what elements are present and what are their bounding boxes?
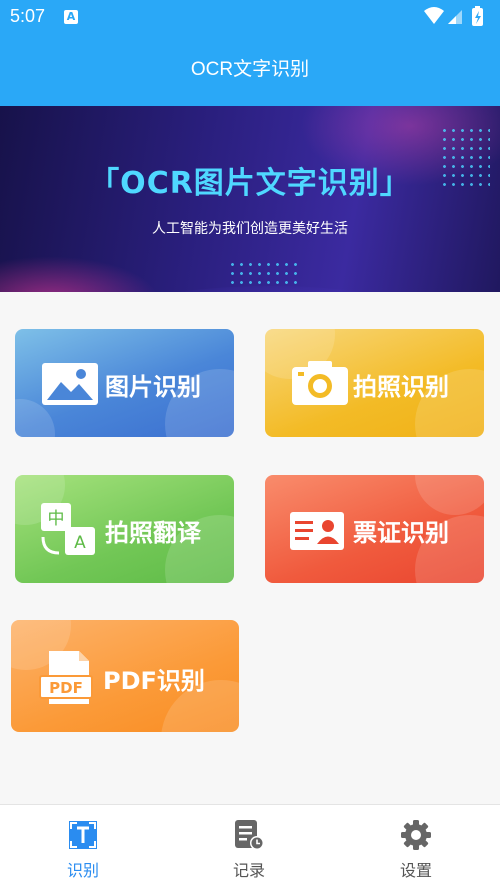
image-icon — [42, 363, 98, 405]
tab-label: 记录 — [232, 861, 265, 880]
id-card-icon — [290, 512, 344, 550]
banner-decoration — [0, 256, 160, 292]
card-label: 拍照识别 — [353, 373, 449, 401]
svg-text:PDF: PDF — [49, 679, 83, 697]
svg-text:A: A — [74, 533, 86, 553]
banner-subtitle: 人工智能为我们创造更美好生活 — [152, 221, 348, 237]
card-label: 图片识别 — [105, 373, 201, 401]
status-bar: 5:07 A — [0, 0, 500, 34]
tab-recognize[interactable]: 识别 — [0, 805, 166, 888]
pdf-recognition-button[interactable]: PDF PDF识别 — [11, 620, 239, 732]
banner: 「OCR图片文字识别」 人工智能为我们创造更美好生活 — [0, 106, 500, 292]
card-label: 拍照翻译 — [105, 519, 201, 547]
translate-icon: 中 A — [41, 503, 95, 555]
image-recognition-button[interactable]: 图片识别 — [15, 329, 234, 437]
camera-icon — [292, 361, 348, 405]
status-icons — [422, 6, 492, 32]
status-time: 5:07 — [10, 6, 46, 26]
banner-dots — [228, 260, 298, 288]
app-title: OCR文字识别 — [190, 59, 310, 80]
settings-icon — [401, 820, 431, 850]
app-bar: OCR文字识别 — [0, 34, 500, 106]
card-label: 票证识别 — [353, 519, 449, 547]
notification-icon: A — [64, 10, 78, 24]
tab-label: 识别 — [66, 861, 99, 880]
banner-title: 「OCR图片文字识别」 — [89, 166, 411, 201]
ticket-recognition-button[interactable]: 票证识别 — [265, 475, 484, 583]
photo-recognition-button[interactable]: 拍照识别 — [265, 329, 484, 437]
wifi-signal-battery-icon — [424, 6, 483, 26]
photo-translate-button[interactable]: 中 A 拍照翻译 — [15, 475, 234, 583]
history-icon — [235, 820, 264, 850]
ocr-scan-icon — [69, 821, 97, 849]
tab-label: 设置 — [399, 861, 432, 880]
pdf-icon: PDF — [39, 651, 93, 704]
bottom-tab-bar: 识别 记录 设置 — [0, 804, 500, 888]
card-label: PDF识别 — [103, 667, 205, 695]
tab-history[interactable]: 记录 — [166, 805, 332, 888]
tab-settings[interactable]: 设置 — [333, 805, 499, 888]
svg-text:中: 中 — [48, 509, 65, 529]
